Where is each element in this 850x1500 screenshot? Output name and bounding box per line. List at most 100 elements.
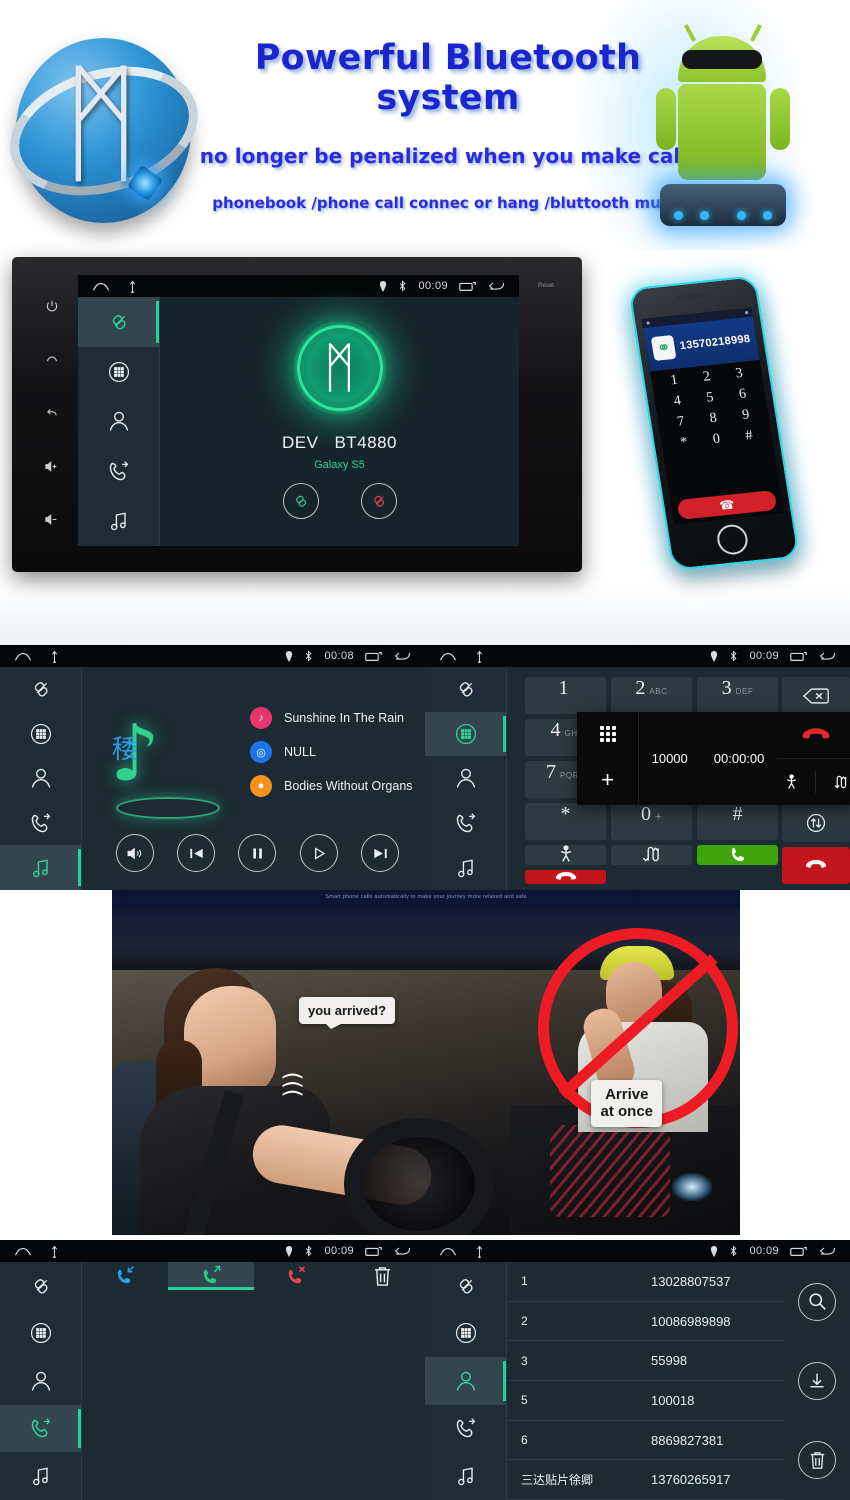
outgoing-calls-tab[interactable] xyxy=(167,1262,254,1290)
sidebar-item-dialpad[interactable] xyxy=(0,712,81,757)
sidebar-item-music[interactable] xyxy=(425,1452,506,1500)
overlay-person-button[interactable] xyxy=(785,774,798,790)
contacts-list[interactable]: 1 13028807537 2 10086989898 3 55998 5 10… xyxy=(507,1262,784,1500)
connect-button[interactable] xyxy=(282,482,319,519)
phone-key[interactable]: 1 xyxy=(670,373,679,390)
volume-up-button-icon[interactable] xyxy=(44,460,60,473)
phone-key[interactable]: 5 xyxy=(705,390,714,407)
home-icon[interactable] xyxy=(14,651,32,662)
sidebar-item-music[interactable] xyxy=(0,845,81,890)
back-icon[interactable] xyxy=(487,280,505,292)
backspace-button[interactable] xyxy=(782,677,850,715)
sidebar-item-music[interactable] xyxy=(425,845,506,890)
contact-row[interactable]: 2 10086989898 xyxy=(507,1302,784,1342)
contacts-side-buttons[interactable] xyxy=(784,1262,850,1500)
transfer-key[interactable] xyxy=(611,845,692,865)
home-button-icon[interactable] xyxy=(45,353,59,367)
phone-key[interactable]: 7 xyxy=(676,414,685,431)
usb-icon[interactable] xyxy=(475,650,484,663)
call-key[interactable] xyxy=(697,845,778,865)
phone-key[interactable]: 0 xyxy=(712,432,721,449)
app-sidebar[interactable] xyxy=(425,667,507,890)
play-button[interactable] xyxy=(299,834,338,872)
phone-home-button[interactable] xyxy=(715,523,750,556)
sidebar-item-call-log[interactable] xyxy=(0,801,81,846)
back-icon[interactable] xyxy=(393,650,411,662)
sidebar-item-dialpad[interactable] xyxy=(0,1310,81,1358)
back-icon[interactable] xyxy=(818,1245,836,1257)
contact-row[interactable]: 6 8869827381 xyxy=(507,1421,784,1461)
hardware-key-column[interactable] xyxy=(32,279,72,546)
usb-icon[interactable] xyxy=(475,1245,484,1258)
app-sidebar[interactable] xyxy=(0,1262,82,1500)
app-sidebar[interactable] xyxy=(0,667,82,890)
phone-key[interactable]: 4 xyxy=(673,393,682,410)
home-icon[interactable] xyxy=(14,1246,32,1257)
next-button[interactable] xyxy=(361,834,400,872)
contact-row[interactable]: 5 100018 xyxy=(507,1381,784,1421)
sidebar-item-contacts[interactable] xyxy=(78,397,159,447)
volume-button[interactable] xyxy=(115,834,154,872)
sidebar-item-call-log[interactable] xyxy=(425,1405,506,1453)
call-log-tabs[interactable] xyxy=(82,1262,425,1290)
recents-icon[interactable] xyxy=(459,281,476,292)
person-key[interactable] xyxy=(525,845,606,865)
phone-call-button[interactable]: ☎ xyxy=(676,489,778,520)
sidebar-item-bluetooth-pairing[interactable] xyxy=(0,1262,81,1310)
usb-icon[interactable] xyxy=(50,1245,59,1258)
overlay-transfer-button[interactable] xyxy=(833,774,847,790)
app-sidebar[interactable] xyxy=(78,297,160,546)
sidebar-item-music[interactable] xyxy=(0,1452,81,1500)
usb-icon[interactable] xyxy=(128,280,137,293)
missed-calls-tab[interactable] xyxy=(254,1262,340,1290)
dial-key-2[interactable]: 2 ABC xyxy=(611,677,692,714)
back-icon[interactable] xyxy=(393,1245,411,1257)
hangup-button[interactable] xyxy=(782,846,850,885)
sidebar-item-call-log[interactable] xyxy=(0,1404,81,1453)
home-icon[interactable] xyxy=(92,281,110,292)
download-contacts-button[interactable] xyxy=(798,1361,836,1400)
back-icon[interactable] xyxy=(818,650,836,662)
sidebar-item-bluetooth-pairing[interactable] xyxy=(78,297,159,347)
sidebar-item-bluetooth-pairing[interactable] xyxy=(425,667,506,712)
recents-icon[interactable] xyxy=(790,651,807,662)
sidebar-item-dialpad[interactable] xyxy=(78,347,159,397)
search-contacts-button[interactable] xyxy=(798,1282,836,1321)
sidebar-item-music[interactable] xyxy=(78,496,159,546)
home-icon[interactable] xyxy=(439,1246,457,1257)
phone-key[interactable]: 6 xyxy=(738,387,747,404)
recents-icon[interactable] xyxy=(365,651,382,662)
sidebar-item-contacts[interactable] xyxy=(0,756,81,801)
sidebar-item-bluetooth-pairing[interactable] xyxy=(425,1262,506,1310)
add-call-button[interactable]: + xyxy=(601,769,614,791)
phone-key[interactable]: 9 xyxy=(741,407,750,424)
end-call-key[interactable] xyxy=(525,870,606,884)
pause-button[interactable] xyxy=(238,834,277,872)
media-controls[interactable] xyxy=(104,834,411,872)
disconnect-button[interactable] xyxy=(360,482,397,519)
sidebar-item-contacts[interactable] xyxy=(425,756,506,801)
volume-down-button-icon[interactable] xyxy=(44,513,60,526)
sidebar-item-contacts[interactable] xyxy=(425,1357,506,1405)
phone-key[interactable]: 8 xyxy=(709,411,718,428)
sidebar-item-call-log[interactable] xyxy=(425,801,506,846)
dial-key-star[interactable]: * xyxy=(525,803,606,840)
sidebar-item-bluetooth-pairing[interactable] xyxy=(0,667,81,712)
phone-key[interactable]: * xyxy=(679,435,688,452)
phone-key[interactable]: 2 xyxy=(702,369,711,386)
home-icon[interactable] xyxy=(439,651,457,662)
contact-row[interactable]: 三达贴片徐卿 13760265917 xyxy=(507,1460,784,1500)
dial-key-3[interactable]: 3 DEF xyxy=(697,677,778,714)
recents-icon[interactable] xyxy=(790,1246,807,1257)
audio-transfer-button[interactable] xyxy=(782,804,850,842)
dial-key-1[interactable]: 1 xyxy=(525,677,606,714)
sidebar-item-dialpad[interactable] xyxy=(425,711,506,757)
contact-row[interactable]: 3 55998 xyxy=(507,1341,784,1382)
app-sidebar[interactable] xyxy=(425,1262,507,1500)
dialpad-icon[interactable] xyxy=(599,725,616,742)
dial-key-0[interactable]: 0 + xyxy=(611,803,692,840)
sidebar-item-dialpad[interactable] xyxy=(425,1310,506,1358)
back-button-icon[interactable] xyxy=(45,406,59,420)
dial-key-hash[interactable]: # xyxy=(697,803,778,840)
usb-icon[interactable] xyxy=(50,650,59,663)
